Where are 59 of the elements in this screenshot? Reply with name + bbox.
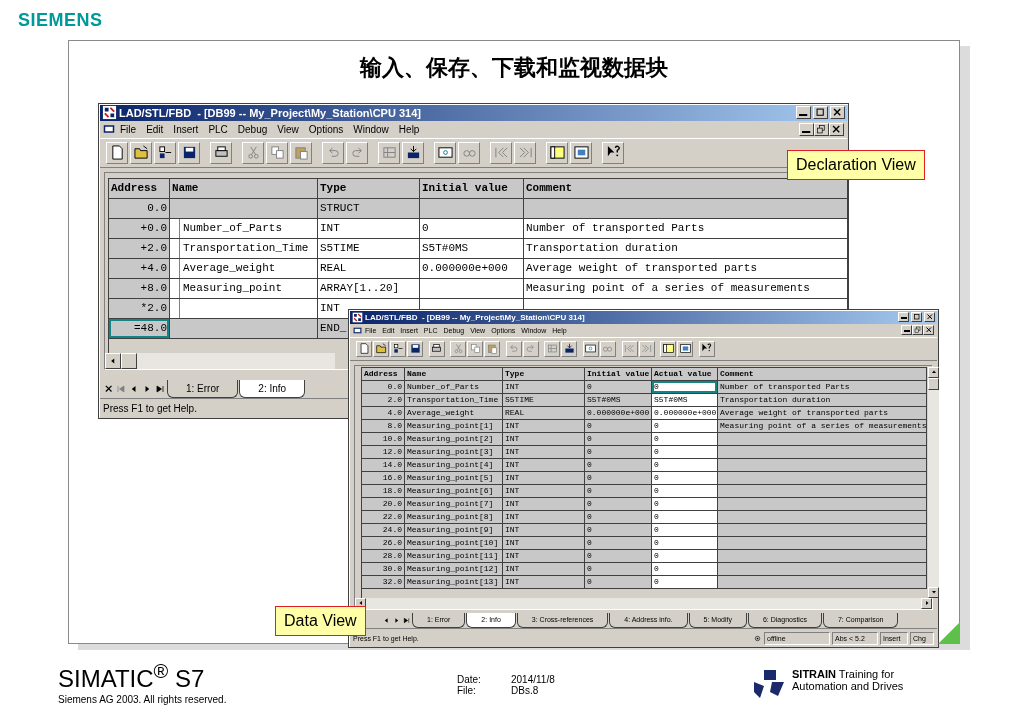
callout-label: Data View [275, 605, 366, 636]
slide-title: 输入、保存、下载和监视数据块 [360, 53, 668, 82]
table-cell: +8.0 [109, 278, 170, 299]
window-title: LAD/STL/FBD - [DB99 -- My_Project\My_Station\CPU 314] [119, 106, 422, 119]
column-header: Comment [718, 367, 927, 381]
column-header: Initial value [420, 178, 524, 199]
sitrain-text: Automation and Drives [792, 680, 904, 693]
brand-logo: SIEMENS [18, 10, 103, 32]
date-value: 2014/11/8 [511, 674, 555, 686]
table-cell: =48.0 [109, 318, 170, 339]
table-cell: Number_of_Parts [170, 218, 318, 239]
menu-item[interactable]: Edit [141, 123, 169, 135]
file-value: DBs.8 [511, 685, 539, 697]
date-label: Date: [457, 674, 481, 686]
menu-item[interactable]: PLC [203, 123, 233, 135]
tab[interactable]: 1: Error [167, 379, 239, 398]
menu-item[interactable]: Window [348, 123, 394, 135]
table-cell: Transportation duration [524, 238, 848, 259]
table-cell: REAL [318, 258, 420, 279]
menu-item[interactable]: File [115, 123, 142, 135]
table-cell: +4.0 [109, 258, 170, 279]
column-header: Comment [524, 178, 848, 199]
column-header: Actual value [652, 367, 718, 381]
table-cell: Measuring_point [170, 278, 318, 299]
column-header: Name [405, 367, 503, 381]
table-cell: Measuring point of a series of measurements [524, 278, 848, 299]
menu-item[interactable]: Options [303, 123, 349, 135]
table-cell: Number of transported Parts [524, 218, 848, 239]
column-header: Initial value [585, 367, 652, 381]
menu-item[interactable]: Debug [232, 123, 273, 135]
menu-item[interactable]: Insert [168, 123, 204, 135]
table-cell: STRUCT [318, 198, 420, 219]
table-cell: ARRAY[1..20] [318, 278, 420, 299]
table-cell: 0.000000e+000 [420, 258, 524, 279]
callout-label: Declaration View [787, 149, 925, 180]
table-cell: +0.0 [109, 218, 170, 239]
menu-item[interactable]: Help [393, 123, 425, 135]
column-header: Address [109, 178, 170, 199]
file-label: File: [457, 685, 476, 697]
table-cell: Average weight of transported parts [524, 258, 848, 279]
table-cell: INT [318, 218, 420, 239]
product-name: SIMATIC$^{®}$ S7 [58, 659, 205, 693]
column-header: Type [318, 178, 420, 199]
table-cell: 0.0 [109, 198, 170, 219]
column-header: Name [170, 178, 318, 199]
copyright-text: Siemens AG 2003. All rights reserved. [58, 694, 227, 706]
table-cell: 0 [420, 218, 524, 239]
column-header: Type [503, 367, 585, 381]
table-cell: S5T#0MS [420, 238, 524, 259]
table-cell: S5TIME [318, 238, 420, 259]
tab[interactable]: 2: Info [239, 379, 306, 398]
sitrain-text: SITRAIN Training for [792, 668, 896, 681]
table-cell: Transportation_Time [170, 238, 318, 259]
menu-item[interactable]: View [272, 123, 304, 135]
status-text: Press F1 to get Help. [103, 403, 197, 415]
table-cell: Average_weight [170, 258, 318, 279]
table-cell: *2.0 [109, 298, 170, 319]
column-header: Address [362, 367, 405, 381]
table-cell: +2.0 [109, 238, 170, 259]
